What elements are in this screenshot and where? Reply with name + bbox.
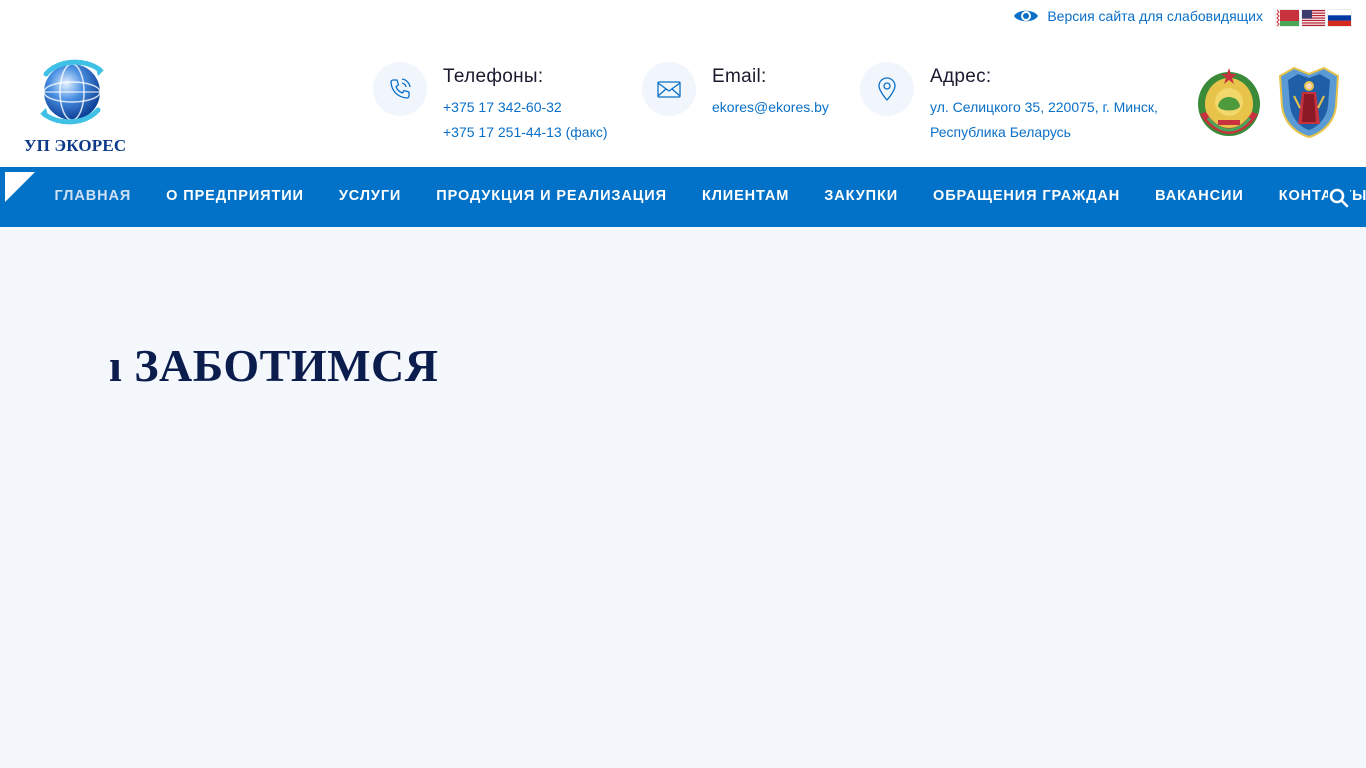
eye-icon xyxy=(1014,10,1039,22)
email-link[interactable]: ekores@ekores.by xyxy=(712,95,829,120)
contact-address: Адрес: ул. Селицкого 35, 220075, г. Минс… xyxy=(860,62,1158,145)
phone-icon xyxy=(390,78,411,99)
envelope-icon xyxy=(657,81,681,98)
search-icon xyxy=(1329,188,1349,208)
nav-item-about[interactable]: О ПРЕДПРИЯТИИ xyxy=(149,167,322,227)
site-header: УП ЭКОРЕС Телефоны: +375 17 342-60-32 +3… xyxy=(0,36,1366,167)
flag-belarus-icon[interactable] xyxy=(1276,10,1299,26)
email-label: Email: xyxy=(712,66,767,87)
nav-item-procurement[interactable]: ЗАКУПКИ xyxy=(807,167,916,227)
main-navigation: ГЛАВНАЯ О ПРЕДПРИЯТИИ УСЛУГИ ПРОДУКЦИЯ И… xyxy=(0,167,1366,227)
hero-section: ı ЗАБОТИМСЯ xyxy=(0,227,1366,768)
map-pin-icon xyxy=(878,77,896,101)
company-logo[interactable]: УП ЭКОРЕС xyxy=(24,56,128,158)
globe-logo-icon xyxy=(40,59,104,125)
map-pin-icon-wrap xyxy=(860,62,914,116)
envelope-icon-wrap xyxy=(642,62,696,116)
nav-item-services[interactable]: УСЛУГИ xyxy=(321,167,418,227)
search-button[interactable] xyxy=(1328,187,1350,209)
nav-item-contacts[interactable]: КОНТАКТЫ xyxy=(1261,167,1366,227)
phones-label: Телефоны: xyxy=(443,66,544,87)
contact-email: Email: ekores@ekores.by xyxy=(642,62,829,120)
flag-russia-icon[interactable] xyxy=(1328,10,1351,26)
phone-number-main[interactable]: +375 17 342-60-32 xyxy=(443,95,608,120)
nav-item-citizen-appeals[interactable]: ОБРАЩЕНИЯ ГРАЖДАН xyxy=(916,167,1138,227)
belarus-coat-of-arms-icon xyxy=(1198,68,1260,136)
top-utility-bar: Версия сайта для слабовидящих xyxy=(0,0,1366,36)
nav-item-vacancies[interactable]: ВАКАНСИИ xyxy=(1138,167,1262,227)
minsk-coat-of-arms-icon xyxy=(1278,66,1340,138)
corner-triangle-decor xyxy=(5,172,35,202)
phone-icon-wrap xyxy=(373,62,427,116)
nav-item-products[interactable]: ПРОДУКЦИЯ И РЕАЛИЗАЦИЯ xyxy=(419,167,685,227)
accessibility-version-link[interactable]: Версия сайта для слабовидящих xyxy=(1013,7,1263,25)
state-emblems xyxy=(1194,66,1344,138)
language-switcher xyxy=(1276,10,1351,26)
nav-item-clients[interactable]: КЛИЕНТАМ xyxy=(684,167,806,227)
address-line-2[interactable]: Республика Беларусь xyxy=(930,120,1158,145)
address-label: Адрес: xyxy=(930,66,992,87)
logo-text: УП ЭКОРЕС xyxy=(24,136,127,155)
flag-usa-icon[interactable] xyxy=(1302,10,1325,26)
address-line-1[interactable]: ул. Селицкого 35, 220075, г. Минск, xyxy=(930,95,1158,120)
contact-phones: Телефоны: +375 17 342-60-32 +375 17 251-… xyxy=(373,62,608,145)
nav-item-home[interactable]: ГЛАВНАЯ xyxy=(37,167,149,227)
hero-title: ı ЗАБОТИМСЯ xyxy=(109,340,439,391)
phone-number-fax[interactable]: +375 17 251-44-13 (факс) xyxy=(443,120,608,145)
accessibility-version-label: Версия сайта для слабовидящих xyxy=(1047,8,1263,24)
